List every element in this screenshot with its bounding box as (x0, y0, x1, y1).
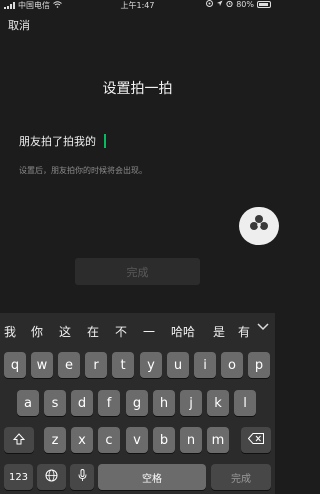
microphone-icon (78, 469, 87, 485)
key-p[interactable]: p (248, 352, 270, 378)
flower-icon (248, 213, 270, 239)
page-title: 设置拍一拍 (102, 81, 173, 97)
key-i[interactable]: i (194, 352, 216, 378)
key-q[interactable]: q (4, 352, 26, 378)
key-a[interactable]: a (17, 390, 39, 416)
key-r[interactable]: r (85, 352, 107, 378)
key-f[interactable]: f (98, 390, 120, 416)
text-cursor (104, 134, 106, 148)
status-right: 80% (206, 0, 271, 9)
cancel-button[interactable]: 取消 (8, 17, 30, 33)
key-o[interactable]: o (221, 352, 243, 378)
space-key[interactable]: 空格 (98, 464, 206, 490)
keyboard: 我 你 这 在 不 一 哈哈 是 有 q w e r t y u i o p a… (0, 313, 275, 494)
key-y[interactable]: y (140, 352, 162, 378)
keyboard-done-key[interactable]: 完成 (211, 464, 271, 490)
location-icon (206, 0, 214, 9)
alarm-icon (226, 0, 233, 9)
candidate-item[interactable]: 哈哈 (171, 323, 195, 340)
candidate-item[interactable]: 你 (31, 323, 43, 340)
hint-text: 设置后，朋友拍你的时候将会出现。 (19, 166, 147, 175)
key-e[interactable]: e (58, 352, 80, 378)
battery-percent: 80% (236, 0, 254, 9)
candidate-item[interactable]: 我 (4, 323, 16, 340)
candidate-bar: 我 你 这 在 不 一 哈哈 是 有 (0, 313, 275, 347)
key-g[interactable]: g (126, 390, 148, 416)
candidate-item[interactable]: 一 (143, 323, 155, 340)
key-u[interactable]: u (167, 352, 189, 378)
backspace-key[interactable] (241, 427, 271, 453)
key-w[interactable]: w (31, 352, 53, 378)
key-l[interactable]: l (234, 390, 256, 416)
chevron-down-icon[interactable] (257, 321, 269, 334)
key-t[interactable]: t (112, 352, 134, 378)
key-c[interactable]: c (98, 427, 120, 453)
key-z[interactable]: z (44, 427, 66, 453)
done-button[interactable]: 完成 (75, 258, 200, 285)
backspace-icon (247, 433, 264, 447)
status-bar: 中国电信 上午1:47 80% (0, 0, 275, 10)
floating-assistive-button[interactable] (239, 207, 279, 245)
shift-key[interactable] (4, 427, 34, 453)
globe-icon (45, 469, 58, 485)
shift-icon (12, 432, 26, 448)
key-m[interactable]: m (207, 427, 229, 453)
navigation-arrow-icon (216, 0, 223, 9)
microphone-key[interactable] (70, 464, 94, 490)
candidate-item[interactable]: 是 (213, 323, 225, 340)
key-s[interactable]: s (44, 390, 66, 416)
key-h[interactable]: h (153, 390, 175, 416)
numbers-key[interactable]: 123 (4, 464, 33, 490)
key-v[interactable]: v (126, 427, 148, 453)
globe-key[interactable] (37, 464, 66, 490)
candidate-item[interactable]: 在 (87, 323, 99, 340)
key-k[interactable]: k (207, 390, 229, 416)
candidate-item[interactable]: 不 (115, 323, 127, 340)
candidate-item[interactable]: 有 (238, 323, 250, 340)
key-j[interactable]: j (180, 390, 202, 416)
key-n[interactable]: n (180, 427, 202, 453)
battery-icon (257, 1, 271, 8)
input-text: 朋友拍了拍我的 (19, 135, 96, 148)
key-d[interactable]: d (71, 390, 93, 416)
candidate-item[interactable]: 这 (59, 323, 71, 340)
key-x[interactable]: x (71, 427, 93, 453)
pat-text-input[interactable]: 朋友拍了拍我的 (19, 133, 106, 149)
key-b[interactable]: b (153, 427, 175, 453)
